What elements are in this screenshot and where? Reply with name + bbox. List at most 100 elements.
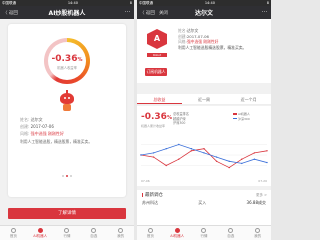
robot-eye-left	[64, 97, 66, 99]
market-icon	[201, 227, 207, 233]
name-key: 姓名:	[20, 117, 30, 122]
user-icon	[118, 227, 124, 233]
legend-item-index: 沪深300	[233, 117, 250, 122]
battery-label: 8	[266, 1, 269, 5]
robot-body	[63, 104, 71, 111]
robot-icon	[174, 227, 180, 233]
tab-bar: 首页 AI机器人 行情 自选 我的	[137, 225, 271, 240]
data-point	[253, 158, 256, 160]
robot-description: 利用人工智能选股，精选股票，精准买卖。	[20, 139, 93, 144]
series-line-1	[140, 144, 268, 164]
tab-watchlist[interactable]: 自选	[80, 226, 107, 240]
name-value: 达尔文	[186, 28, 199, 33]
trade-stock: 苏州科达	[142, 200, 158, 205]
tab-label: AI机器人	[170, 233, 185, 238]
clock-label: 14:40	[204, 1, 215, 5]
carrier-label: 中国联通	[2, 0, 16, 5]
tab-watchlist[interactable]: 自选	[217, 226, 244, 240]
latest-trades-more-link[interactable]: 更多 >	[256, 193, 267, 198]
carrier-label: 中国联通	[139, 0, 153, 5]
carousel-dot[interactable]	[62, 175, 64, 177]
gauge-center: -0.36% 机器人收益率	[48, 42, 86, 80]
home-icon	[147, 227, 153, 233]
tab-last-week[interactable]: 近一周	[182, 94, 227, 104]
data-point	[178, 158, 180, 160]
carousel-dot-active[interactable]	[66, 175, 68, 177]
tab-label: 首页	[146, 233, 154, 238]
tab-ai-robot[interactable]: AI机器人	[27, 226, 54, 240]
gauge-label: 机器人收益率	[57, 66, 77, 70]
learn-more-button[interactable]: 了解详情	[8, 208, 126, 219]
legend-label: 沪深300	[238, 116, 250, 121]
close-button[interactable]: 关闭	[159, 10, 168, 16]
tab-label: 我的	[117, 233, 125, 238]
data-point	[152, 156, 155, 158]
robot-date-row: 创建: 2017-07-06	[20, 124, 120, 130]
period-tabs: 总收益 近一周 近一个月	[137, 94, 271, 105]
back-button[interactable]: 〈 返回	[3, 10, 18, 16]
data-point	[165, 148, 167, 150]
tab-label: 自选	[227, 233, 235, 238]
data-point	[140, 154, 142, 156]
cumulative-return: -0.36%	[141, 112, 172, 122]
tab-label: 行情	[63, 233, 71, 238]
tab-market[interactable]: 行情	[54, 226, 81, 240]
rank-line: 沪深300	[173, 121, 186, 125]
data-point	[253, 152, 256, 154]
return-chart: -0.36% 机器人累计收益率 总收益排名 超越沪深 沪深300 AI机器人 沪…	[137, 106, 271, 186]
data-point	[190, 150, 193, 152]
robot-avatar-icon: A	[147, 29, 167, 49]
data-point	[266, 150, 268, 152]
data-point	[203, 148, 205, 150]
robot-card[interactable]: -0.36% 机器人收益率 姓名: 达尔文 创建: 2017-07-06 风格:…	[8, 24, 126, 197]
data-point	[152, 152, 155, 154]
market-icon	[64, 227, 70, 233]
robot-icon	[37, 227, 43, 233]
clock-label: 14:40	[67, 1, 78, 5]
carousel-dots	[62, 175, 72, 177]
more-menu-icon[interactable]: ···	[124, 9, 131, 16]
data-point	[203, 152, 205, 154]
watchlist-icon	[91, 227, 97, 233]
robot-info: 姓名:达尔文 创建:2017-07-06 风格:强中选强 刚刚性好 利用人工智能…	[178, 28, 268, 50]
tab-total-return[interactable]: 总收益	[137, 94, 182, 104]
data-point	[215, 156, 218, 158]
trade-row[interactable]: 苏州科达 买入 36.88成交	[142, 200, 266, 206]
return-unit: %	[166, 115, 172, 121]
style-value: 强中选强 刚刚性好	[30, 131, 64, 136]
carousel-dot[interactable]	[70, 175, 72, 177]
robot-description: 利用人工智能选股精选股票，精准买卖。	[178, 44, 247, 50]
rank-info: 总收益排名 超越沪深 沪深300	[173, 112, 223, 126]
back-button[interactable]: 〈 返回	[140, 10, 155, 16]
date-key: 创建:	[20, 124, 30, 129]
return-number: -0.36	[141, 112, 167, 122]
tab-me[interactable]: 我的	[244, 226, 271, 240]
tab-market[interactable]: 行情	[191, 226, 218, 240]
data-point	[215, 160, 218, 162]
tab-label: 行情	[200, 233, 208, 238]
data-point	[178, 143, 180, 146]
subscribe-button[interactable]: 订阅机器人	[145, 68, 167, 76]
legend-label: AI机器人	[238, 112, 250, 116]
x-tick-label: 07-06	[141, 179, 150, 183]
tab-me[interactable]: 我的	[107, 226, 134, 240]
page-title: 达尔文	[194, 10, 213, 17]
nav-bar: 〈 返回 关闭 达尔文 ···	[137, 6, 271, 19]
screen-robot-detail: 中国联通 14:40 8 〈 返回 关闭 达尔文 ··· A Robot 姓名:…	[137, 0, 271, 240]
style-key: 风格:	[20, 131, 30, 136]
tab-home[interactable]: 首页	[0, 226, 27, 240]
nav-bar: 〈 返回 AI炒股机器人 ···	[0, 6, 134, 19]
robot-style-row: 风格: 强中选强 刚刚性好	[20, 131, 120, 137]
tab-last-month[interactable]: 近一个月	[226, 94, 271, 104]
style-value: 强中选强 刚刚性好	[186, 39, 219, 44]
tab-label: AI机器人	[33, 233, 48, 238]
legend-swatch	[233, 117, 237, 120]
tab-ai-robot[interactable]: AI机器人	[164, 226, 191, 240]
battery-label: 8	[129, 1, 132, 5]
robot-profile: A Robot 姓名:达尔文 创建:2017-07-06 风格:强中选强 刚刚性…	[137, 19, 271, 83]
robot-name-row: 姓名: 达尔文	[20, 117, 120, 123]
trade-action: 买入	[198, 200, 207, 205]
data-point	[266, 161, 268, 164]
tab-home[interactable]: 首页	[137, 226, 164, 240]
more-menu-icon[interactable]: ···	[261, 9, 268, 16]
